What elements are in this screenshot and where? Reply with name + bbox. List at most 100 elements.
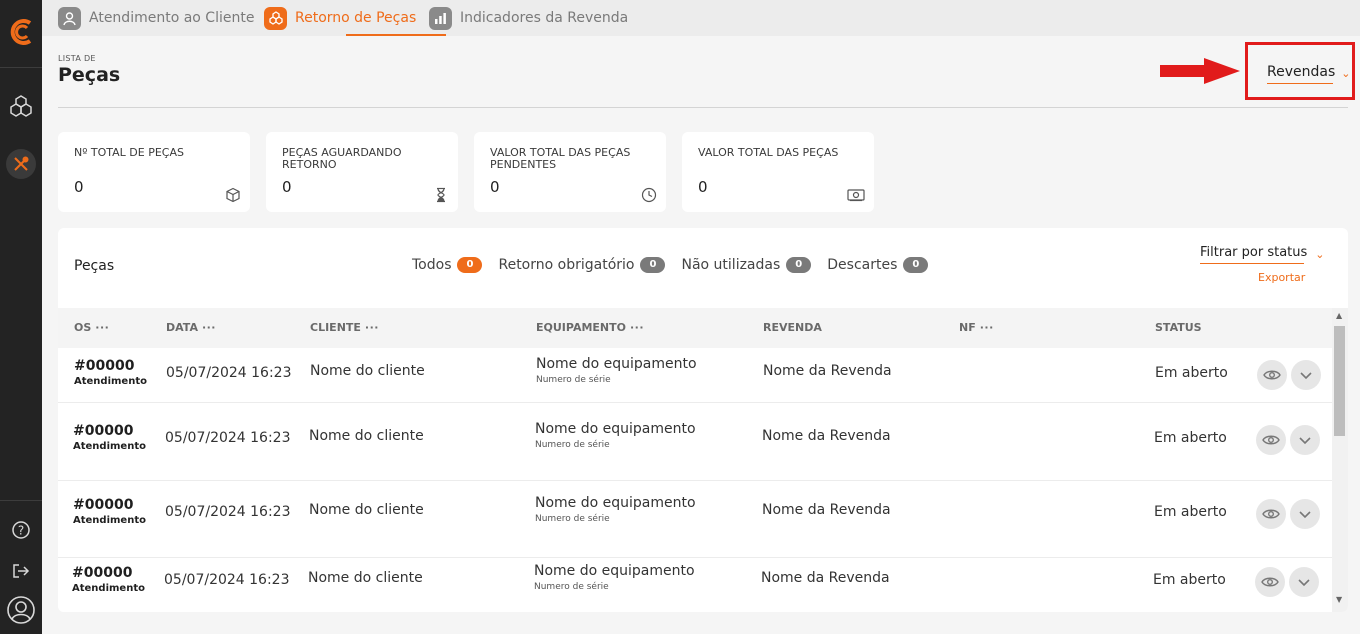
user-avatar-icon[interactable] — [0, 593, 42, 627]
col-os[interactable]: OS ··· — [74, 321, 109, 334]
view-button[interactable] — [1256, 425, 1286, 455]
kpi-value: 0 — [74, 178, 84, 196]
row-client: Nome do cliente — [308, 570, 423, 586]
kpi-total-pecas: Nº TOTAL DE PEÇAS 0 — [58, 132, 250, 212]
tab-atendimento[interactable]: Atendimento ao Cliente — [58, 0, 254, 36]
expand-button[interactable] — [1290, 499, 1320, 529]
col-revenda[interactable]: REVENDA — [763, 321, 822, 334]
column-menu-icon: ··· — [979, 321, 994, 334]
filter-label: Não utilizadas — [681, 257, 781, 273]
chevron-down-icon: ⌄ — [1341, 67, 1351, 80]
filter-nao-utilizadas[interactable]: Não utilizadas 0 — [681, 257, 812, 273]
view-button[interactable] — [1255, 567, 1285, 597]
help-icon[interactable]: ? — [0, 518, 42, 542]
status-filter-dropdown[interactable]: Filtrar por status ⌄ — [1200, 244, 1325, 264]
row-status: Em aberto — [1155, 365, 1228, 381]
tools-nav-icon[interactable] — [0, 148, 42, 180]
view-button[interactable] — [1256, 499, 1286, 529]
status-filter-tabs: Todos 0 Retorno obrigatório 0 Não utiliz… — [412, 257, 944, 273]
row-dealer: Nome da Revenda — [762, 502, 891, 518]
row-dealer: Nome da Revenda — [762, 428, 891, 444]
filter-label: Descartes — [827, 257, 898, 273]
expand-button[interactable] — [1290, 425, 1320, 455]
col-cliente[interactable]: CLIENTE ··· — [310, 321, 379, 334]
chevron-down-icon — [1298, 578, 1310, 586]
table-row[interactable]: #00000 Atendimento 05/07/2024 16:23 Nome… — [58, 403, 1332, 481]
row-client: Nome do cliente — [310, 363, 425, 379]
page-title: Peças — [58, 64, 121, 86]
table-row[interactable]: #00000 Atendimento 05/07/2024 16:23 Nome… — [58, 558, 1332, 612]
col-nf[interactable]: NF ··· — [959, 321, 994, 334]
col-data[interactable]: DATA ··· — [166, 321, 216, 334]
parts-panel: Peças Todos 0 Retorno obrigatório 0 Não … — [58, 228, 1348, 612]
filter-retorno-obrigatorio[interactable]: Retorno obrigatório 0 — [498, 257, 666, 273]
export-link[interactable]: Exportar — [1258, 271, 1305, 284]
os-number: #00000 — [74, 358, 135, 374]
page-eyebrow: LISTA DE — [58, 54, 96, 63]
filter-todos[interactable]: Todos 0 — [412, 257, 483, 273]
kpi-value: 0 — [698, 178, 708, 196]
count-badge: 0 — [903, 257, 929, 273]
table-scrollbar[interactable]: ▲ ▼ — [1332, 308, 1348, 612]
row-equipment: Nome do equipamento — [535, 421, 696, 437]
brand-logo-icon[interactable] — [0, 14, 42, 50]
scroll-up-icon[interactable]: ▲ — [1336, 311, 1342, 320]
kpi-value: 0 — [282, 178, 292, 196]
view-button[interactable] — [1257, 360, 1287, 390]
bar-chart-icon — [429, 6, 452, 30]
chevron-down-icon — [1300, 371, 1312, 379]
kpi-label: Nº TOTAL DE PEÇAS — [74, 146, 184, 159]
kpi-label: PEÇAS AGUARDANDO RETORNO — [282, 146, 402, 171]
status-filter-label: Filtrar por status — [1200, 245, 1308, 260]
parts-nav-icon[interactable] — [0, 90, 42, 122]
tab-label: Atendimento ao Cliente — [89, 10, 255, 26]
row-equipment: Nome do equipamento — [534, 563, 695, 579]
row-status: Em aberto — [1154, 504, 1227, 520]
tab-retorno-pecas[interactable]: Retorno de Peças — [264, 0, 416, 36]
top-tabs: Atendimento ao Cliente Retorno de Peças … — [42, 0, 1360, 36]
table-row[interactable]: #00000 Atendimento 05/07/2024 16:23 Nome… — [58, 481, 1332, 558]
row-dealer: Nome da Revenda — [763, 363, 892, 379]
scroll-down-icon[interactable]: ▼ — [1336, 595, 1342, 604]
os-type: Atendimento — [73, 515, 146, 526]
tab-indicadores[interactable]: Indicadores da Revenda — [429, 0, 628, 36]
eye-icon — [1261, 577, 1279, 587]
col-status[interactable]: STATUS — [1155, 321, 1202, 334]
row-status: Em aberto — [1154, 430, 1227, 446]
row-client: Nome do cliente — [309, 502, 424, 518]
eye-icon — [1262, 435, 1280, 445]
row-serial: Numero de série — [535, 514, 610, 524]
logout-icon[interactable] — [0, 560, 42, 582]
scrollbar-thumb[interactable] — [1334, 326, 1345, 436]
filter-label: Retorno obrigatório — [498, 257, 635, 273]
os-type: Atendimento — [74, 376, 147, 387]
column-menu-icon: ··· — [364, 321, 379, 334]
table-row[interactable]: #00000 Atendimento 05/07/2024 16:23 Nome… — [58, 348, 1332, 403]
count-badge: 0 — [457, 257, 483, 273]
header-divider — [58, 107, 1348, 108]
expand-button[interactable] — [1291, 360, 1321, 390]
expand-button[interactable] — [1289, 567, 1319, 597]
column-menu-icon: ··· — [629, 321, 645, 334]
row-status: Em aberto — [1153, 572, 1226, 588]
tab-label: Retorno de Peças — [295, 10, 417, 26]
parts-icon — [264, 6, 287, 30]
count-badge: 0 — [786, 257, 812, 273]
column-menu-icon: ··· — [95, 321, 110, 334]
support-icon — [58, 6, 81, 30]
column-menu-icon: ··· — [201, 321, 216, 334]
money-icon — [847, 189, 865, 202]
revendas-dropdown[interactable]: Revendas ⌄ — [1267, 63, 1351, 84]
row-serial: Numero de série — [534, 582, 609, 592]
row-date: 05/07/2024 16:23 — [164, 572, 290, 588]
tab-label: Indicadores da Revenda — [460, 10, 629, 26]
os-number: #00000 — [72, 565, 133, 581]
row-equipment: Nome do equipamento — [536, 356, 697, 372]
active-tab-indicator — [346, 34, 446, 36]
highlight-arrow — [1160, 58, 1240, 84]
row-serial: Numero de série — [535, 440, 610, 450]
filter-descartes[interactable]: Descartes 0 — [827, 257, 929, 273]
col-equipamento[interactable]: EQUIPAMENTO ··· — [536, 321, 644, 334]
os-number: #00000 — [73, 497, 134, 513]
panel-title: Peças — [74, 258, 115, 274]
